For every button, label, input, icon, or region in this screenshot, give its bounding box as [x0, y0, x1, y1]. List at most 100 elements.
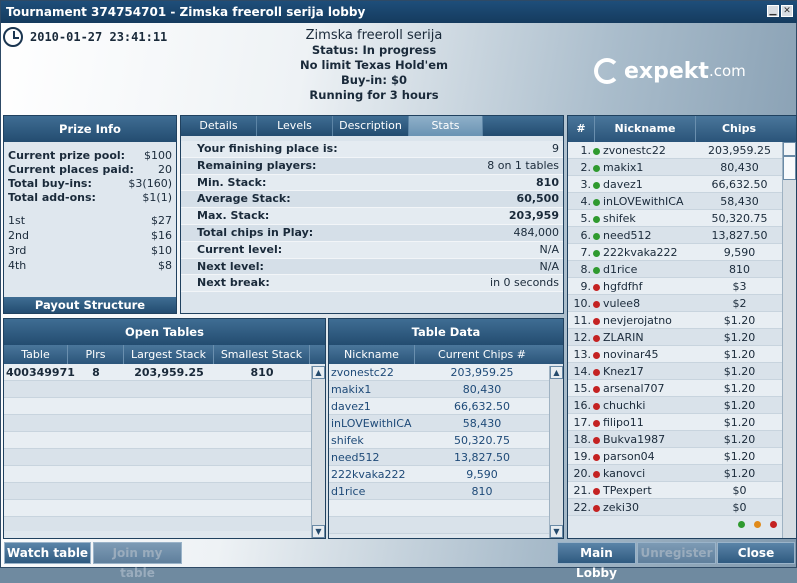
players-col-chips[interactable]: Chips	[696, 116, 782, 142]
players-scroll-thumb[interactable]	[783, 142, 796, 156]
col-current-chips[interactable]: Current Chips #	[415, 345, 549, 364]
table-data-chips: 13,827.50	[454, 451, 510, 464]
tab-description[interactable]: Description	[333, 116, 409, 136]
col-plrs[interactable]: Plrs	[68, 345, 124, 364]
tab-levels[interactable]: Levels	[257, 116, 333, 136]
table-data-row[interactable]: need512 13,827.50	[329, 449, 549, 466]
table-row[interactable]: 400349971 8 203,959.25 810	[4, 364, 311, 381]
player-row[interactable]: 11. nevjerojatno $1.20	[568, 312, 782, 329]
table-data-nick: makix1	[331, 383, 372, 396]
table-row[interactable]	[4, 415, 311, 432]
open-tables-list: 400349971 8 203,959.25 810	[4, 364, 311, 531]
logo-swirl-icon	[594, 58, 620, 84]
table-data-row[interactable]: 222kvaka222 9,590	[329, 466, 549, 483]
player-chips: $1.20	[723, 314, 756, 327]
join-my-table-button[interactable]: Join my table	[93, 542, 182, 580]
player-row[interactable]: 17. filipo11 $1.20	[568, 414, 782, 431]
col-smallest-stack[interactable]: Smallest Stack	[214, 345, 310, 364]
close-button[interactable]: Close	[717, 542, 795, 564]
player-row[interactable]: 4. inLOVEwithICA 58,430	[568, 193, 782, 210]
table-data-row[interactable]: zvonestc22 203,959.25	[329, 364, 549, 381]
col-largest-stack[interactable]: Largest Stack	[124, 345, 214, 364]
close-icon[interactable]: ✕	[781, 5, 793, 17]
player-nickname-cell: need512	[593, 227, 697, 243]
player-row[interactable]: 19. parson04 $1.20	[568, 448, 782, 465]
player-row[interactable]: 16. chuchki $1.20	[568, 397, 782, 414]
col-nickname[interactable]: Nickname	[329, 345, 415, 364]
player-row[interactable]: 12. ZLARIN $1.20	[568, 329, 782, 346]
payout-structure-button[interactable]: Payout Structure	[4, 297, 176, 313]
player-row[interactable]: 3. davez1 66,632.50	[568, 176, 782, 193]
table-row[interactable]	[4, 398, 311, 415]
players-col-nickname[interactable]: Nickname	[595, 116, 696, 142]
table-id: 400349971	[6, 366, 75, 379]
player-row[interactable]: 1. zvonestc22 203,959.25	[568, 142, 782, 159]
player-row[interactable]: 13. novinar45 $1.20	[568, 346, 782, 363]
stats-value: 60,500	[516, 192, 559, 206]
player-rank: 18.	[573, 433, 592, 446]
player-row[interactable]: 9. hgfdfhf $3	[568, 278, 782, 295]
table-data-row[interactable]: inLOVEwithICA 58,430	[329, 415, 549, 432]
player-row[interactable]: 20. kanovci $1.20	[568, 465, 782, 482]
player-chips: $1.20	[723, 433, 756, 446]
player-rank: 13.	[573, 348, 592, 361]
table-row[interactable]	[4, 500, 311, 517]
table-row[interactable]	[4, 449, 311, 466]
table-row[interactable]	[4, 432, 311, 449]
scroll-up-icon[interactable]: ▲	[550, 366, 563, 379]
status-dot-icon	[593, 232, 600, 240]
tab-stats[interactable]: Stats	[409, 116, 483, 136]
player-row[interactable]: 14. Knez17 $1.20	[568, 363, 782, 380]
status-dot-icon	[593, 470, 600, 478]
open-tables-scrollbar[interactable]: ▲ ▼	[311, 366, 325, 538]
player-nickname: filipo11	[603, 416, 644, 429]
player-row[interactable]: 10. vulee8 $2	[568, 295, 782, 312]
status-dot-icon	[593, 453, 600, 461]
player-chips: $3	[732, 280, 747, 293]
unregister-button[interactable]: Unregister	[637, 542, 716, 564]
status-dot-icon	[593, 368, 600, 376]
player-rank: 1.	[580, 144, 592, 157]
player-row[interactable]: 22. zeki30 $0	[568, 499, 782, 516]
stats-label: Remaining players:	[197, 158, 317, 172]
table-data-scrollbar[interactable]: ▲ ▼	[549, 366, 563, 538]
table-data-row[interactable]: davez1 66,632.50	[329, 398, 549, 415]
tab-details[interactable]: Details	[181, 116, 257, 136]
status-dot-icon	[593, 300, 600, 308]
scroll-up-icon[interactable]: ▲	[312, 366, 325, 379]
table-data-row[interactable]: d1rice 810	[329, 483, 549, 500]
table-row[interactable]	[4, 483, 311, 500]
players-header: # Nickname Chips	[568, 116, 796, 142]
players-col-num[interactable]: #	[568, 116, 595, 142]
table-row[interactable]	[4, 466, 311, 483]
player-row[interactable]: 8. d1rice 810	[568, 261, 782, 278]
status-dot-icon	[593, 317, 600, 325]
player-row[interactable]: 6. need512 13,827.50	[568, 227, 782, 244]
player-row[interactable]: 7. 222kvaka222 9,590	[568, 244, 782, 261]
table-data-nick: need512	[331, 451, 380, 464]
table-data-row[interactable]	[329, 517, 549, 534]
scroll-down-icon[interactable]: ▼	[550, 525, 563, 538]
minimize-icon[interactable]: ▁	[767, 5, 779, 17]
player-row[interactable]: 2. makix1 80,430	[568, 159, 782, 176]
player-nickname: kanovci	[603, 467, 646, 480]
table-data-row[interactable]: shifek 50,320.75	[329, 432, 549, 449]
prize-value: $3(160)	[128, 177, 172, 190]
player-row[interactable]: 15. arsenal707 $1.20	[568, 380, 782, 397]
table-data-title: Table Data	[329, 319, 563, 345]
table-data-row[interactable]	[329, 500, 549, 517]
player-chips: $1.20	[723, 331, 756, 344]
player-row[interactable]: 18. Bukva1987 $1.20	[568, 431, 782, 448]
table-row[interactable]	[4, 381, 311, 398]
players-scroll-handle[interactable]	[783, 156, 796, 180]
table-row[interactable]	[4, 517, 311, 531]
player-chips: 66,632.50	[711, 178, 768, 191]
player-row[interactable]: 5. shifek 50,320.75	[568, 210, 782, 227]
player-row[interactable]: 21. TPexpert $0	[568, 482, 782, 499]
main-lobby-button[interactable]: Main Lobby	[557, 542, 636, 580]
scroll-down-icon[interactable]: ▼	[312, 525, 325, 538]
players-scrollbar[interactable]	[782, 142, 796, 538]
table-data-row[interactable]: makix1 80,430	[329, 381, 549, 398]
watch-table-button[interactable]: Watch table	[4, 542, 91, 564]
col-table[interactable]: Table	[4, 345, 68, 364]
